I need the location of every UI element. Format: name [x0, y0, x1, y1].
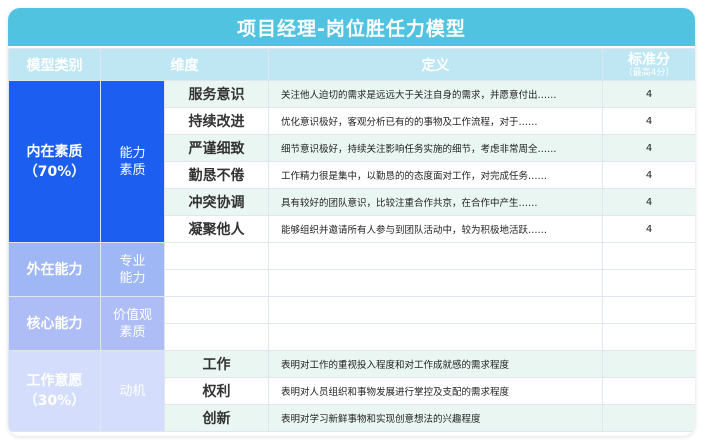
- category-will: 工作意愿 （30%）: [8, 350, 101, 432]
- definition-cell: 表明对学习新鲜事物和实现创意想法的兴趣程度: [268, 404, 603, 432]
- definition-cell: [268, 296, 603, 324]
- subcategory-ability-label: 能力 素质: [119, 145, 146, 178]
- definition-cell: 表明对人员组织和事物发展进行掌控及支配的需求程度: [268, 377, 603, 405]
- dimension-cell: 冲突协调: [164, 188, 269, 216]
- definition-cell: 工作精力很是集中，以勤恳的的态度面对工作，对完成任务……: [268, 161, 603, 189]
- score-cell: [602, 269, 695, 297]
- header-score: 标准分 （最高4分）: [602, 48, 695, 81]
- category-will-note: （30%）: [23, 393, 86, 409]
- category-core: 核心能力: [8, 296, 101, 351]
- category-inner-label: 内在素质: [26, 143, 83, 160]
- score-cell: 4: [602, 215, 695, 243]
- subcategory-professional-label: 专业 能力: [119, 253, 146, 286]
- dimension-cell: 勤恳不倦: [164, 161, 269, 189]
- subcategory-professional: 专业 能力: [100, 242, 165, 297]
- definition-cell: [268, 323, 603, 351]
- dimension-cell: 持续改进: [164, 107, 269, 135]
- score-cell: 4: [602, 107, 695, 135]
- definition-cell: [268, 242, 603, 270]
- definition-cell: 细节意识极好，持续关注影响任务实施的细节，考虑非常周全……: [268, 134, 603, 162]
- dimension-cell: 凝聚他人: [164, 215, 269, 243]
- score-cell: 4: [602, 80, 695, 108]
- table-row: 内在素质 （70%） 能力 素质 服务意识 关注他人迫切的需求是远远大于关注自身…: [8, 80, 695, 243]
- category-inner-note: （70%）: [23, 163, 86, 180]
- dimension-cell: 严谨细致: [164, 134, 269, 162]
- score-cell: 4: [602, 161, 695, 189]
- definition-cell: 优化意识极好，客观分析已有的的事物及工作流程，对于……: [268, 107, 603, 135]
- definition-cell: 关注他人迫切的需求是远远大于关注自身的需求，并愿意付出……: [268, 80, 603, 108]
- table-row: 外在能力 专业 能力: [8, 242, 695, 297]
- score-cell: [602, 350, 695, 378]
- dimension-cell: 服务意识: [164, 80, 269, 108]
- dimension-cell: [164, 296, 269, 324]
- score-cell: [602, 242, 695, 270]
- subcategory-values: 价值观 素质: [100, 296, 165, 351]
- header-category: 模型类别: [8, 48, 101, 81]
- dimension-cell: 权利: [164, 377, 269, 405]
- header-score-label: 标准分: [628, 51, 670, 68]
- header-dimension: 维度: [100, 48, 269, 81]
- definition-cell: [268, 269, 603, 297]
- category-inner: 内在素质 （70%）: [8, 80, 101, 243]
- score-cell: [602, 296, 695, 324]
- dimension-cell: [164, 242, 269, 270]
- score-cell: [602, 323, 695, 351]
- category-will-label: 工作意愿: [26, 373, 83, 389]
- table-row: 核心能力 价值观 素质: [8, 296, 695, 351]
- header-definition: 定义: [268, 48, 603, 81]
- subcategory-motivation: 动机: [100, 350, 165, 432]
- subcategory-values-label: 价值观 素质: [112, 307, 152, 340]
- category-outer: 外在能力: [8, 242, 101, 297]
- score-cell: 4: [602, 134, 695, 162]
- competency-table: 模型类别 维度 定义 标准分 （最高4分） 内在素质 （70%） 能力 素质 服…: [8, 48, 695, 432]
- table-row: 工作意愿 （30%） 动机 工作 表明对工作的重视投入程度和对工作成就感的需求程…: [8, 350, 695, 432]
- dimension-cell: 工作: [164, 350, 269, 378]
- score-cell: [602, 404, 695, 432]
- page-title: 项目经理-岗位胜任力模型: [8, 8, 695, 46]
- dimension-cell: [164, 323, 269, 351]
- definition-cell: 具有较好的团队意识，比较注重合作共京，在合作中产生……: [268, 188, 603, 216]
- dimension-cell: 创新: [164, 404, 269, 432]
- definition-cell: 表明对工作的重视投入程度和对工作成就感的需求程度: [268, 350, 603, 378]
- definition-cell: 能够组织并邀请所有人参与到团队活动中，较为积极地活跃……: [268, 215, 603, 243]
- competency-model-card: 项目经理-岗位胜任力模型 模型类别 维度 定义 标准分 （最高4分） 内在素质 …: [8, 8, 695, 436]
- header-score-note: （最高4分）: [623, 67, 675, 78]
- dimension-cell: [164, 269, 269, 297]
- score-cell: 4: [602, 188, 695, 216]
- score-cell: [602, 377, 695, 405]
- subcategory-ability: 能力 素质: [100, 80, 165, 243]
